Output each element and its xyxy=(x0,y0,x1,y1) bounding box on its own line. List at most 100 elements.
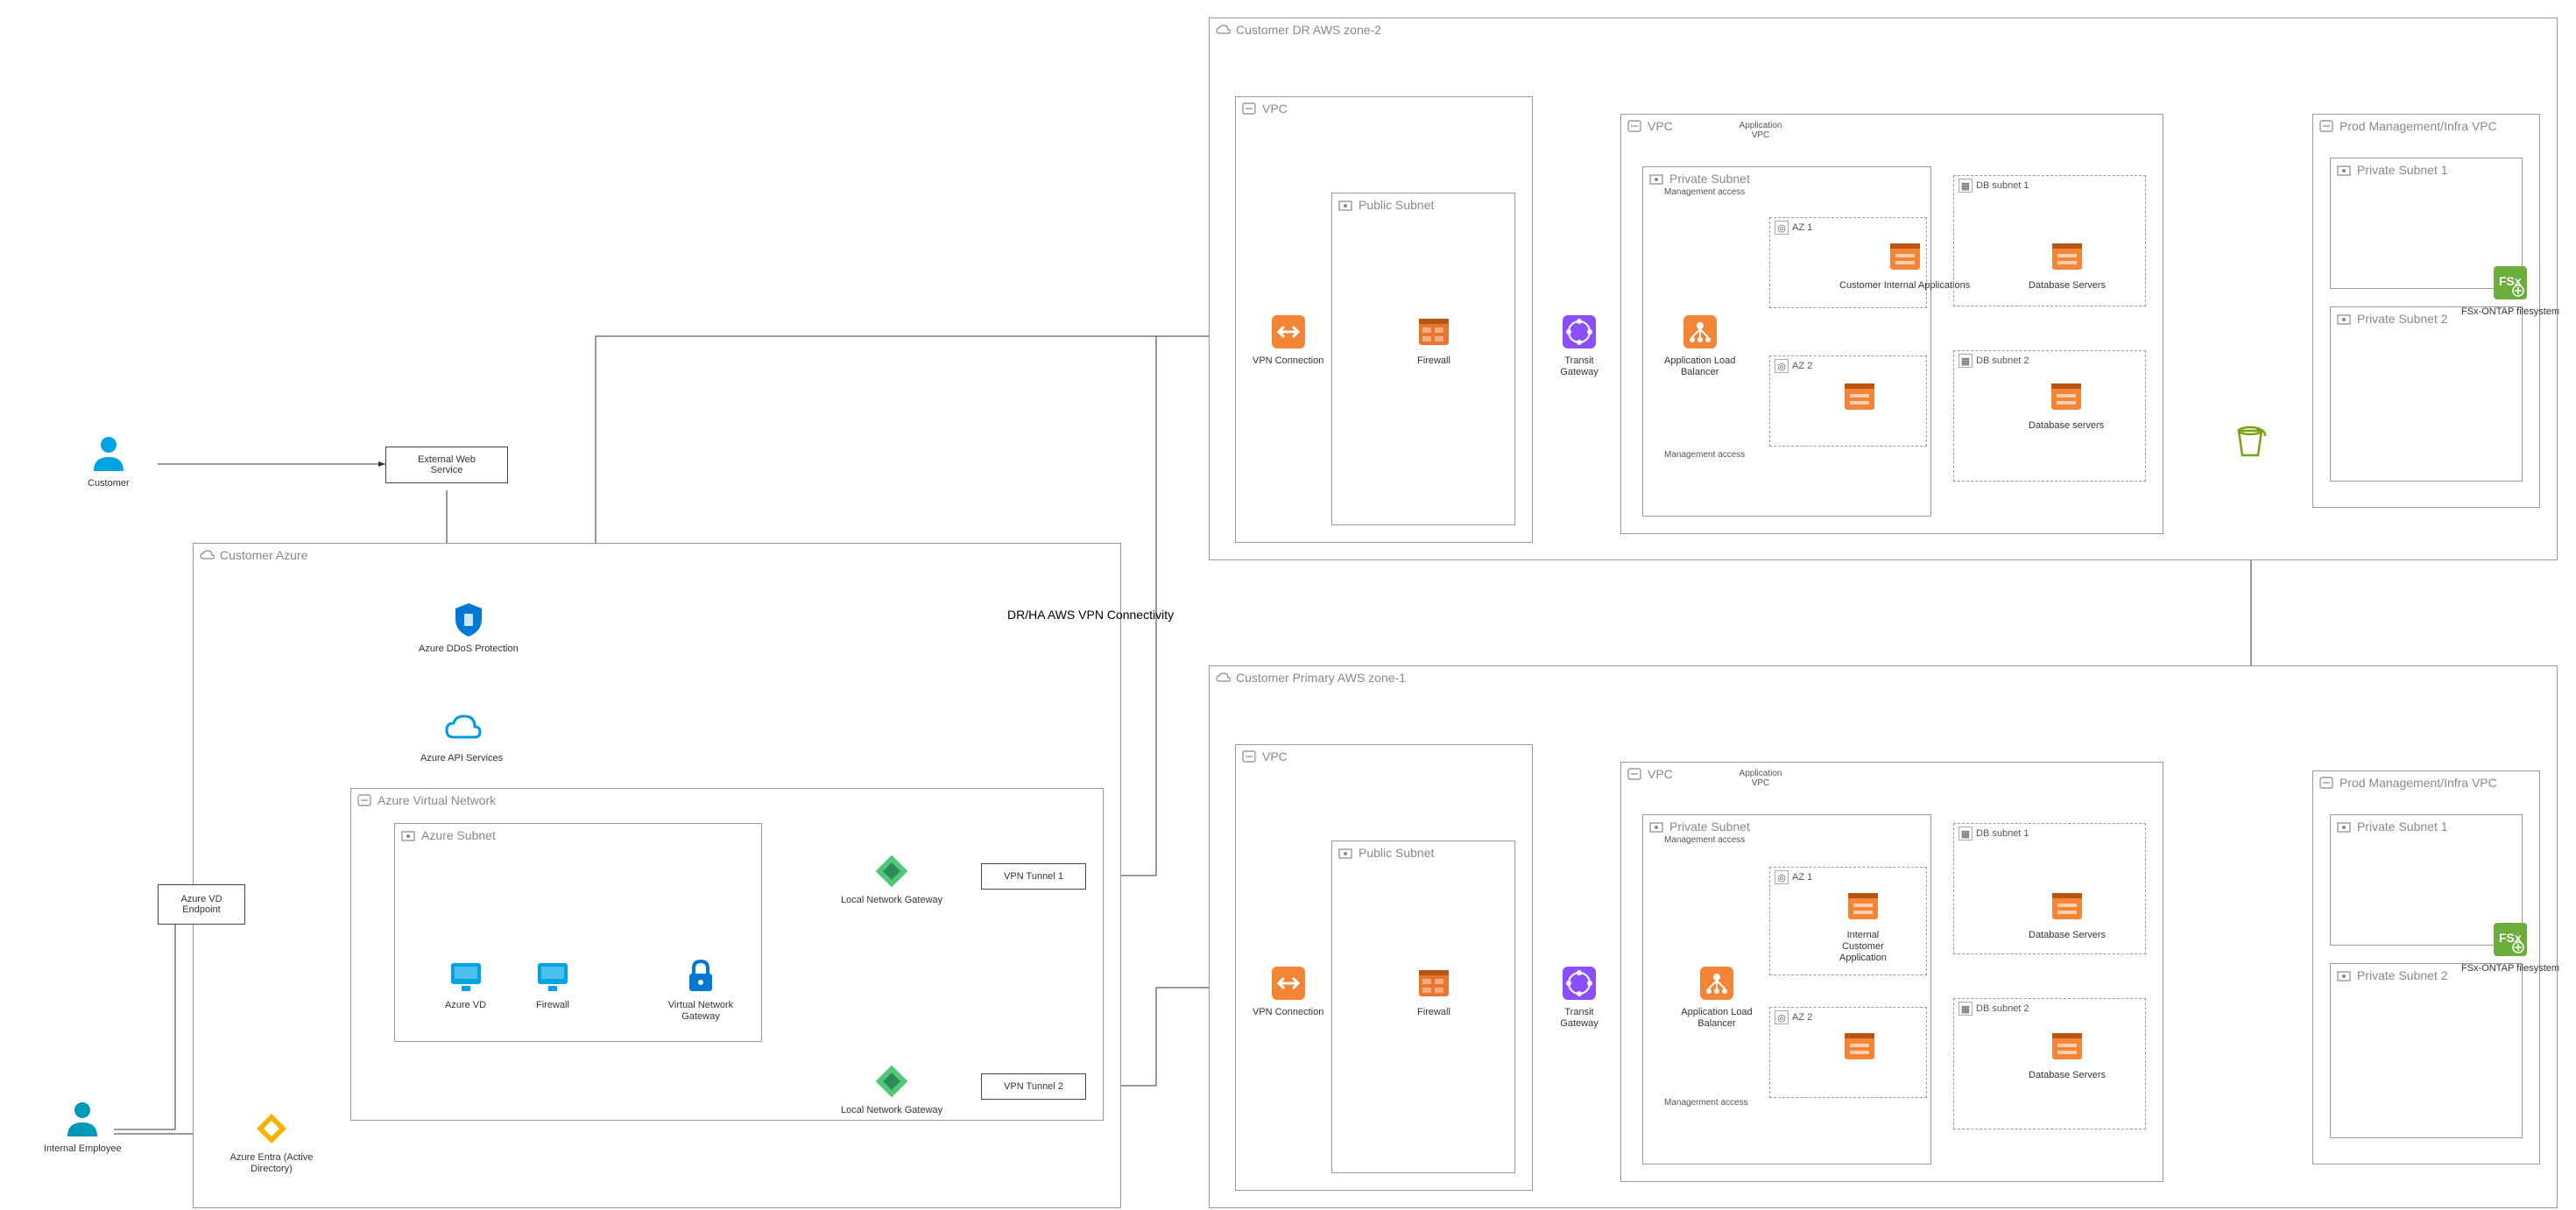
dr-public-subnet-title: Public Subnet xyxy=(1359,198,1434,212)
drha-text: DR/HA AWS VPN Connectivity xyxy=(1007,608,1174,622)
dr-public-subnet-header: Public Subnet xyxy=(1332,193,1514,216)
subnet-icon xyxy=(1648,819,1664,834)
azure-vng: Virtual Network Gateway xyxy=(648,956,753,1023)
pri-db1-ec2: Database Servers xyxy=(2029,886,2106,941)
dr-alb: Application Load Balancer xyxy=(1664,312,1735,378)
subnet-icon xyxy=(1648,171,1664,186)
internal-employee-actor: Internal Employee xyxy=(44,1100,122,1155)
azure-entra: Azure Entra (Active Directory) xyxy=(219,1108,324,1175)
pri-tgw: Transit Gateway xyxy=(1559,963,1599,1030)
bucket-top xyxy=(2230,420,2270,464)
pri-az2-ec2 xyxy=(1839,1026,1880,1070)
pri-vpn-conn-label: VPN Connection xyxy=(1253,1007,1323,1018)
dr-tgw-label: Transit Gateway xyxy=(1560,355,1598,378)
vpc-icon xyxy=(1627,766,1642,782)
azure-vd-endpoint: Azure VD Endpoint xyxy=(158,884,245,925)
azure-entra-label: Azure Entra (Active Directory) xyxy=(219,1152,324,1175)
azure-subnet-title: Azure Subnet xyxy=(421,828,496,842)
subnet-icon xyxy=(2336,311,2352,327)
vpc-icon xyxy=(1241,101,1257,116)
dr-vpn-conn-label: VPN Connection xyxy=(1253,355,1323,367)
external-web-service: External Web Service xyxy=(385,447,508,483)
pri-db2-ec2-label: Database Servers xyxy=(2029,1070,2106,1081)
dr-db2-ec2: Database servers xyxy=(2029,376,2104,432)
pri-db1-ec2-label: Database Servers xyxy=(2029,930,2106,941)
dr-az1-ec2-label: Customer Internal Applications xyxy=(1839,280,1970,292)
pri-db2-tag: ▦DB subnet 2 xyxy=(1958,1002,2029,1016)
vpn-tunnel-1: VPN Tunnel 1 xyxy=(981,863,1086,890)
azure-vd-endpoint-label: Azure VD Endpoint xyxy=(180,894,222,915)
vpc-icon xyxy=(1241,749,1257,764)
pri-vpc-left-header: VPC xyxy=(1236,745,1532,768)
pri-mgmt-vpc-header: Prod Management/Infra VPC xyxy=(2313,771,2539,794)
dr-tgw: Transit Gateway xyxy=(1559,312,1599,378)
dr-db2-label: DB subnet 2 xyxy=(1976,355,2029,366)
pri-fsx-label: FSx-ONTAP filesystem xyxy=(2461,963,2559,974)
dr-az1-label: AZ 1 xyxy=(1792,222,1812,233)
dr-db1-label: DB subnet 1 xyxy=(1976,180,2029,191)
vpc-icon xyxy=(2318,775,2334,791)
aws-dr-title: Customer DR AWS zone-2 xyxy=(1236,23,1381,37)
dr-mgmt-sub1-h: Private Subnet 1 xyxy=(2331,158,2522,181)
local-gw-2: Local Network Gateway xyxy=(841,1061,942,1116)
pri-db2-ec2: Database Servers xyxy=(2029,1026,2106,1081)
dr-app-vpc-titletext: Application VPC xyxy=(1717,121,1804,140)
azure-api-services: Azure API Services xyxy=(420,709,503,764)
pri-app-vpc-tag: VPC xyxy=(1648,767,1673,781)
azure-vd: Azure VD xyxy=(445,956,486,1011)
aws-primary-title: Customer Primary AWS zone-1 xyxy=(1236,671,1406,685)
pri-fsx: FSx-ONTAP filesystem xyxy=(2461,919,2559,974)
azure-firewall: Firewall xyxy=(533,956,573,1011)
pri-az2-tag: ◎AZ 2 xyxy=(1775,1010,1812,1024)
pri-mgmt-2: Managerment access xyxy=(1664,1098,1748,1108)
pri-app-vpc-header: VPC xyxy=(1621,763,2163,785)
pri-mgmt-sub1-t: Private Subnet 1 xyxy=(2357,820,2448,834)
dr-firewall-label: Firewall xyxy=(1417,355,1450,367)
dr-az2-ec2 xyxy=(1839,376,1880,420)
pri-db2-label: DB subnet 2 xyxy=(1976,1003,2029,1014)
pri-az1-ec2-label: Internal Customer Application xyxy=(1839,930,1887,965)
vpn-tunnel-2: VPN Tunnel 2 xyxy=(981,1073,1086,1100)
dr-mgmt-1: Management access xyxy=(1664,187,1745,197)
aws-dr-region-header: Customer DR AWS zone-2 xyxy=(1210,18,2557,41)
dr-az1-ec2: Customer Internal Applications xyxy=(1839,236,1970,292)
customer-actor: Customer xyxy=(88,434,130,489)
pri-mgmt-sub1-h: Private Subnet 1 xyxy=(2331,815,2522,838)
azure-vnet-title: Azure Virtual Network xyxy=(378,793,496,807)
aws-primary-region-header: Customer Primary AWS zone-1 xyxy=(1210,666,2557,689)
internal-employee-label: Internal Employee xyxy=(44,1143,122,1155)
dr-db1-ec2-label: Database Servers xyxy=(2029,280,2106,292)
pri-prv-title: Private Subnet xyxy=(1669,820,1750,834)
dr-az2-label: AZ 2 xyxy=(1792,361,1812,371)
dr-db2-tag: ▦DB subnet 2 xyxy=(1958,354,2029,368)
cloud-region-icon xyxy=(1215,670,1231,686)
azure-ddos: Azure DDoS Protection xyxy=(419,600,519,655)
pri-tgw-label: Transit Gateway xyxy=(1560,1007,1598,1030)
pri-mgmt-vpc-title: Prod Management/Infra VPC xyxy=(2340,776,2497,790)
subnet-icon xyxy=(1337,197,1353,213)
vpn-tunnel-1-label: VPN Tunnel 1 xyxy=(1004,871,1063,882)
pri-az1-label: AZ 1 xyxy=(1792,872,1812,883)
azure-vnet-header: Azure Virtual Network xyxy=(351,789,1103,812)
pri-public-subnet-header: Public Subnet xyxy=(1332,841,1514,864)
pri-az1-tag: ◎AZ 1 xyxy=(1775,870,1812,884)
dr-az2-tag: ◎AZ 2 xyxy=(1775,359,1812,373)
azure-ddos-label: Azure DDoS Protection xyxy=(419,644,519,655)
dr-mgmt-sub1-t: Private Subnet 1 xyxy=(2357,163,2448,177)
pri-firewall: Firewall xyxy=(1414,963,1454,1018)
pri-public-subnet-title: Public Subnet xyxy=(1359,846,1434,860)
local-gw-2-label: Local Network Gateway xyxy=(841,1105,942,1116)
subnet-icon xyxy=(2336,819,2352,834)
azure-api-label: Azure API Services xyxy=(420,753,503,764)
pri-db1-label: DB subnet 1 xyxy=(1976,828,2029,839)
azure-region-title: Customer Azure xyxy=(220,548,307,562)
dr-db1-ec2: Database Servers xyxy=(2029,236,2106,292)
vpc-icon xyxy=(2318,118,2334,134)
dr-app-vpc-header: VPC xyxy=(1621,115,2163,137)
dr-vpn-conn: VPN Connection xyxy=(1253,312,1323,367)
local-gw-1: Local Network Gateway xyxy=(841,851,942,906)
pri-app-vpc-titletext: Application VPC xyxy=(1717,769,1804,788)
dr-app-vpc-tag: VPC xyxy=(1648,119,1673,133)
pri-alb: Application Load Balancer xyxy=(1664,963,1769,1030)
pri-vpc-left-title: VPC xyxy=(1262,749,1288,763)
